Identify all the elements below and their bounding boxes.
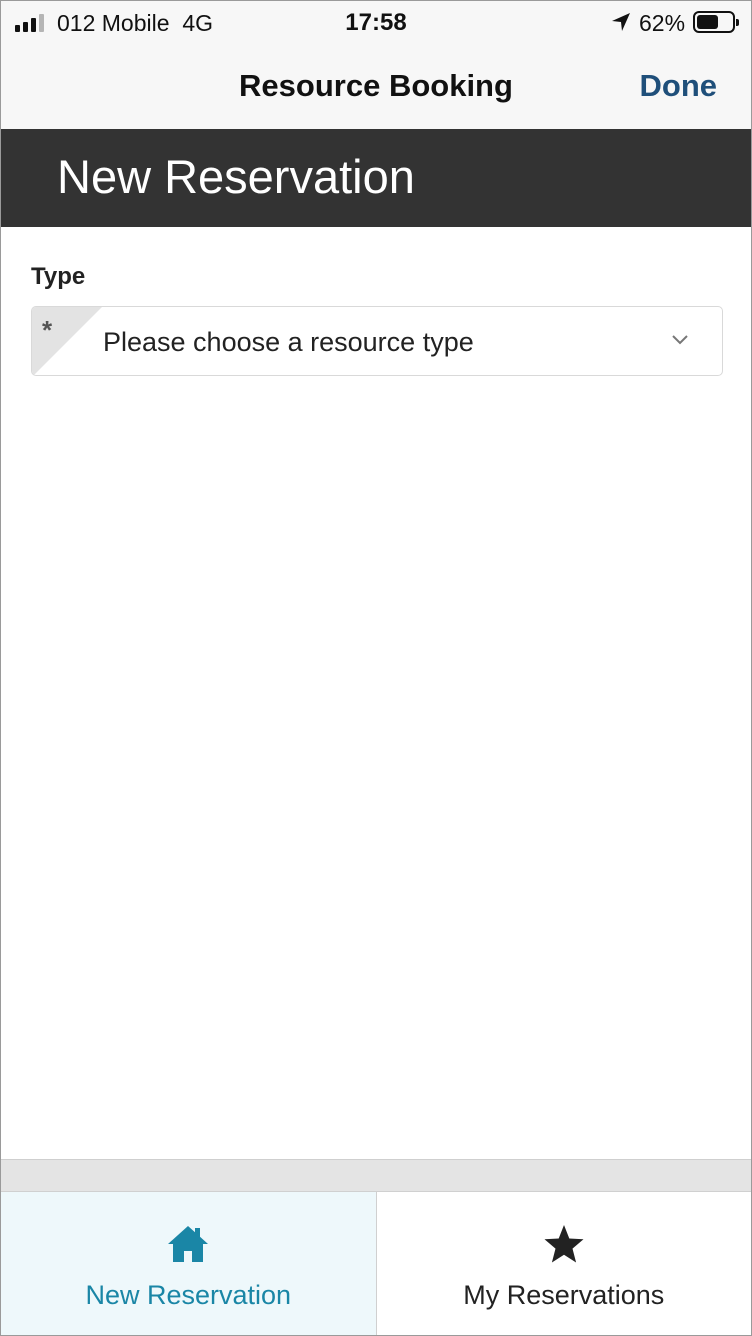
navigation-bar: Resource Booking Done	[1, 45, 751, 129]
battery-fill	[697, 15, 718, 29]
status-bar: 012 Mobile 4G 17:58 62%	[1, 1, 751, 45]
done-button[interactable]: Done	[640, 68, 718, 104]
app-frame: 012 Mobile 4G 17:58 62% Resource Booking…	[0, 0, 752, 1336]
home-icon	[168, 1226, 209, 1262]
tab-new-reservation[interactable]: New Reservation	[1, 1192, 376, 1335]
page-header: New Reservation	[1, 129, 751, 227]
required-marker: *	[42, 315, 53, 345]
type-label: Type	[31, 263, 86, 290]
page-title: New Reservation	[57, 150, 415, 203]
nav-title: Resource Booking	[239, 68, 513, 103]
battery-icon	[693, 11, 739, 33]
star-icon	[544, 1225, 584, 1263]
battery-percent: 62%	[639, 10, 686, 36]
location-arrow-icon	[612, 13, 630, 31]
tab-bar: New Reservation My Reservations	[1, 1191, 752, 1335]
tab-label-my-reservations: My Reservations	[463, 1280, 665, 1310]
tab-my-reservations[interactable]: My Reservations	[375, 1192, 752, 1335]
resource-type-select[interactable]: * Please choose a resource type	[31, 306, 723, 376]
chevron-down-icon	[672, 335, 688, 345]
resource-type-placeholder: Please choose a resource type	[103, 327, 474, 357]
tab-label-new-reservation: New Reservation	[85, 1280, 292, 1310]
tab-bar-divider	[1, 1159, 751, 1191]
